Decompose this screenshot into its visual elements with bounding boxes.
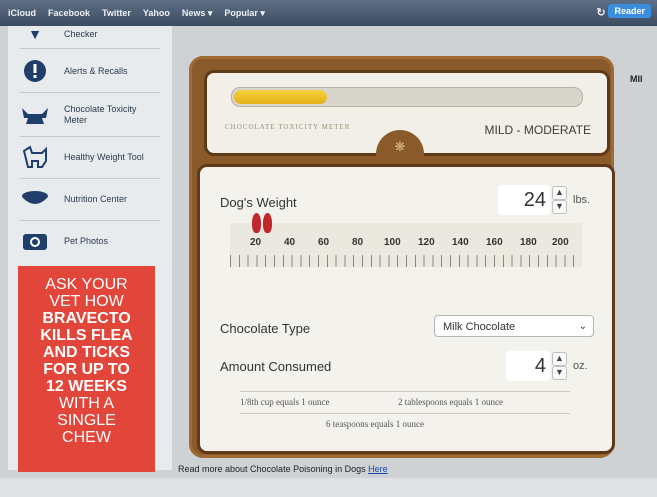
equivalent-cup: 1/8th cup equals 1 ounce [240,397,330,407]
chevron-down-icon: ⌄ [578,321,587,332]
amount-stepper[interactable]: 4 ▲ ▼ oz. [506,351,588,381]
amount-down-icon[interactable]: ▼ [552,366,567,380]
weight-ruler[interactable]: 20 40 60 80 100 120 140 160 180 200 [230,223,582,267]
amount-arrows: ▲ ▼ [552,352,567,380]
bookmark-facebook[interactable]: Facebook [48,8,90,18]
read-more-text: Read more about Chocolate Poisoning in D… [178,464,388,474]
bookmark-twitter[interactable]: Twitter [102,8,131,18]
ad-line: KILLS FLEA [40,327,133,344]
ad-line: FOR UP TO [43,361,130,378]
food-bowl-icon [18,185,52,213]
sidebar-item-label: Alerts & Recalls [64,65,128,76]
dog-icon [18,101,52,129]
equivalent-tablespoon: 2 tablespoons equals 1 ounce [398,397,503,407]
bottom-strip [0,478,657,497]
ruler-tick-label: 60 [318,237,330,248]
divider [240,413,570,414]
weight-stepper[interactable]: 24 ▲ ▼ lbs. [498,185,590,215]
sidebar-item-label: Checker [64,28,98,39]
right-column: MIl [622,60,657,360]
read-more-link[interactable]: Here [368,464,388,474]
ruler-tick-label: 200 [552,237,569,248]
chocolate-type-value: Milk Chocolate [443,321,516,333]
bookmark-yahoo[interactable]: Yahoo [143,8,170,18]
calculator-panel: Dog's Weight 24 ▲ ▼ lbs. 20 40 60 80 100… [197,164,615,454]
sidebar: ▼ Checker Alerts & Recalls Chocolate Tox… [8,26,172,472]
divider [240,391,570,392]
bookmark-news[interactable]: News ▾ [182,8,213,19]
ruler-tick-label: 180 [520,237,537,248]
equivalent-teaspoon: 6 teaspoons equals 1 ounce [326,419,424,429]
bookmark-icloud[interactable]: iCloud [8,8,36,18]
weight-label: Dog's Weight [220,195,297,210]
bookmarks-bar: iCloud Facebook Twitter Yahoo News ▾ Pop… [0,0,657,26]
weight-slider-handle[interactable] [252,213,261,233]
ad-line: SINGLE [57,412,116,429]
sidebar-item-label: Chocolate Toxicity Meter [64,104,137,125]
dog-scale-icon [18,143,52,171]
weight-input[interactable]: 24 [498,185,550,215]
ruler-tick-label: 140 [452,237,469,248]
alert-icon [18,57,52,85]
ruler-ticks [230,255,582,267]
sidebar-item-checker[interactable]: ▼ Checker [18,26,163,42]
check-icon: ▼ [28,26,42,42]
ad-line: WITH A [58,395,115,412]
ruler-tick-label: 100 [384,237,401,248]
sidebar-item-label: Pet Photos [64,235,109,246]
reader-button[interactable]: Reader [608,4,651,18]
divider [20,92,160,93]
divider [20,178,160,179]
ad-line: AND TICKS [42,344,131,361]
chocolate-type-select[interactable]: Milk Chocolate ⌄ [434,315,594,337]
sidebar-item-alerts[interactable]: Alerts & Recalls [18,54,163,88]
amount-input[interactable]: 4 [506,351,550,381]
meter-title: CHOCOLATE TOXICITY METER [225,123,351,131]
ad-line: 12 WEEKS [46,378,127,395]
sidebar-item-toxicity-meter[interactable]: Chocolate Toxicity Meter [18,98,163,132]
weight-up-icon[interactable]: ▲ [552,186,567,200]
ad-line: ASK YOUR [45,276,128,293]
weight-arrows: ▲ ▼ [552,186,567,214]
sidebar-item-label: Nutrition Center [64,193,128,204]
camera-icon [18,227,52,255]
toxicity-bar [231,87,583,107]
sidebar-item-nutrition[interactable]: Nutrition Center [18,182,163,216]
bookmark-popular[interactable]: Popular ▾ [224,8,265,19]
ad-line: BRAVECTO [42,310,131,327]
sidebar-item-weight-tool[interactable]: Healthy Weight Tool [18,140,163,174]
ruler-tick-label: 160 [486,237,503,248]
divider [20,136,160,137]
divider [20,220,160,221]
toxicity-bar-fill [234,90,327,104]
amount-label: Amount Consumed [220,359,332,374]
weight-down-icon[interactable]: ▼ [552,200,567,214]
ad-line: VET HOW [49,293,124,310]
ad-line: CHEW [62,429,111,446]
read-more-label: Read more about Chocolate Poisoning in D… [178,464,366,474]
reload-icon[interactable]: ↻ [593,5,609,21]
amount-unit: oz. [573,360,588,372]
right-column-title: MIl [630,74,643,84]
ruler-tick-label: 20 [250,237,262,248]
ruler-tick-label: 80 [352,237,364,248]
toxicity-level: MILD - MODERATE [484,123,591,137]
sidebar-item-photos[interactable]: Pet Photos [18,224,163,258]
divider [20,48,160,49]
ruler-tick-label: 40 [284,237,296,248]
chocolate-type-label: Chocolate Type [220,321,311,336]
bravecto-ad[interactable]: ASK YOUR VET HOW BRAVECTO KILLS FLEA AND… [18,266,155,472]
weight-unit: lbs. [573,194,591,206]
sidebar-item-label: Healthy Weight Tool [64,151,144,162]
amount-up-icon[interactable]: ▲ [552,352,567,366]
weight-slider-handle[interactable] [263,213,272,233]
ruler-tick-label: 120 [418,237,435,248]
